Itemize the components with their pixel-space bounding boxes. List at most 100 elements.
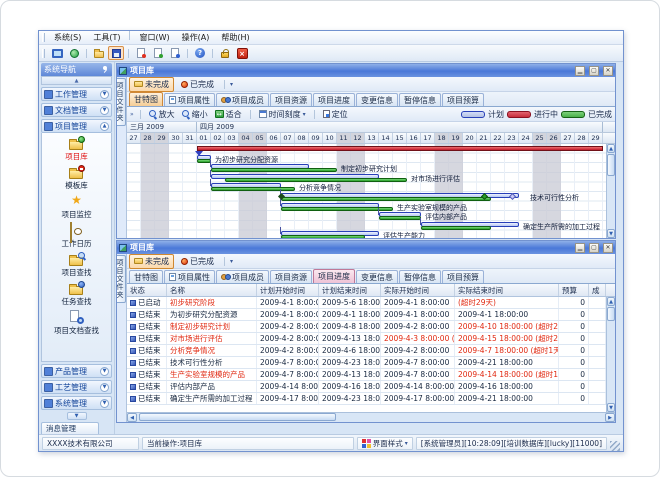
actual-bar[interactable] [211, 168, 337, 172]
ui-style-button[interactable]: 界面样式 ▾ [357, 437, 413, 450]
sidebar-group-2[interactable]: 文档管理▼ [41, 103, 112, 117]
zoom-in-button[interactable]: 放大 [147, 109, 177, 120]
time-scale-button[interactable]: 时间刻度▾ [257, 109, 308, 120]
sidebar-group-3[interactable]: 项目管理▲ [41, 119, 112, 133]
tab-变更信息[interactable]: 变更信息 [356, 270, 398, 283]
actual-bar[interactable] [225, 178, 407, 182]
table-row[interactable]: 已结束技术可行性分析2009-4-7 8:00:002009-4-23 18:0… [127, 357, 606, 369]
sidebar-more-button[interactable]: ▼ [67, 412, 87, 420]
sidebar-item-项目监控[interactable]: ★项目监控 [62, 194, 92, 220]
tab-暂停信息[interactable]: 暂停信息 [399, 270, 441, 283]
tab-项目进度[interactable]: 项目进度 [313, 93, 355, 106]
scroll-right-button[interactable]: ▶ [605, 413, 615, 422]
overflow-chevron-icon[interactable]: ▾ [230, 258, 233, 265]
overflow-chevron-icon[interactable]: ▾ [230, 81, 233, 88]
tab-变更信息[interactable]: 变更信息 [356, 93, 398, 106]
gantt-window-titlebar[interactable]: 项目库 ▁ ▢ ✕ [117, 64, 615, 77]
minimize-button[interactable]: ▁ [575, 66, 585, 76]
sidebar-item-项目库[interactable]: 项目库 [65, 136, 88, 162]
pin-icon[interactable] [102, 66, 109, 73]
sidebar-group-6[interactable]: 系统管理▼ [41, 396, 112, 410]
help-button[interactable] [192, 46, 208, 60]
lock-button[interactable] [217, 46, 233, 60]
tab-项目属性[interactable]: 项目属性 [164, 270, 215, 283]
sidebar-group-4[interactable]: 产品管理▼ [41, 364, 112, 378]
tab-项目进度[interactable]: 项目进度 [313, 269, 355, 283]
scroll-up-button[interactable]: ▲ [607, 297, 615, 306]
gantt-chart[interactable]: 为初步研究分配资源制定初步研究计划对市场进行评估分析竞争情况技术可行性分析生产实… [127, 144, 606, 238]
summary-bar[interactable] [197, 146, 603, 151]
actual-bar[interactable] [421, 226, 491, 230]
gantt-vertical-scrollbar[interactable]: ▲ ▼ [606, 144, 615, 238]
sidebar-group-5[interactable]: 工艺管理▼ [41, 380, 112, 394]
locate-button[interactable]: 定位 [321, 109, 350, 120]
table-horizontal-scrollbar[interactable]: ◀ ▶ [127, 412, 615, 422]
sidebar-item-任务查找[interactable]: 任务查找 [62, 281, 92, 307]
column-header-名称[interactable]: 名称 [167, 284, 257, 296]
sidebar-item-工作日历[interactable]: 工作日历 [62, 223, 92, 249]
tab-项目成员[interactable]: 项目成员 [216, 270, 269, 283]
tab-项目属性[interactable]: 项目属性 [164, 93, 215, 106]
filter-uncompleted-button[interactable]: 未完成 [129, 254, 174, 269]
tab-甘特图[interactable]: 甘特图 [129, 92, 163, 106]
scroll-up-button[interactable]: ▲ [607, 144, 615, 153]
doc-red-button[interactable] [133, 46, 149, 60]
minimize-button[interactable]: ▁ [575, 243, 585, 253]
table-row[interactable]: 已结束对市场进行评估2009-4-2 8:00:002009-4-13 18:0… [127, 333, 606, 345]
scroll-thumb[interactable] [139, 413, 336, 421]
table-row[interactable]: 已结束生产实验室规模的产品2009-4-7 8:00:002009-4-13 1… [127, 369, 606, 381]
actual-bar[interactable] [211, 187, 295, 191]
exit-button[interactable] [234, 46, 250, 60]
project-folder-side-tab[interactable]: 项目文件夹 [117, 255, 126, 303]
menu-3[interactable]: 窗口(W) [133, 31, 175, 44]
column-header-实际开始时间[interactable]: 实际开始时间 [381, 284, 455, 296]
menu-2[interactable]: 工具(T) [87, 31, 126, 44]
actual-bar[interactable] [281, 197, 491, 201]
sidebar-item-项目查找[interactable]: 项目查找 [62, 252, 92, 278]
actual-bar[interactable] [281, 207, 393, 211]
tab-项目成员[interactable]: 项目成员 [216, 93, 269, 106]
doc-red2-button[interactable] [167, 46, 183, 60]
tab-项目预算[interactable]: 项目预算 [442, 93, 484, 106]
table-row[interactable]: 已结束评估内部产品2009-4-14 8:00:002009-4-16 18:0… [127, 381, 606, 393]
column-header-预算[interactable]: 预算 [559, 284, 589, 296]
column-header-实际结束时间[interactable]: 实际结束时间 [455, 284, 559, 296]
menu-grip[interactable] [42, 33, 45, 42]
sidebar-item-模板库[interactable]: 模板库 [65, 165, 88, 191]
menu-4[interactable]: 操作(A) [176, 31, 216, 44]
project-folder-side-tab[interactable]: 项目文件夹 [117, 78, 126, 126]
menu-1[interactable]: 系统(S) [48, 31, 87, 44]
tab-项目资源[interactable]: 项目资源 [270, 270, 312, 283]
column-header-计划开始时间[interactable]: 计划开始时间 [257, 284, 319, 296]
table-row[interactable]: 已结束分析竞争情况2009-4-2 8:00:002009-4-6 18:00:… [127, 345, 606, 357]
scroll-thumb[interactable] [607, 307, 615, 321]
fit-button[interactable]: ↔适合 [213, 109, 244, 120]
maximize-button[interactable]: ▢ [589, 66, 599, 76]
sidebar-item-项目文档查找[interactable]: 项目文档查找 [54, 310, 99, 336]
monitor-button[interactable] [49, 46, 65, 60]
table-row[interactable]: 已结束制定初步研究计划2009-4-2 8:00:002009-4-8 18:0… [127, 321, 606, 333]
tab-暂停信息[interactable]: 暂停信息 [399, 93, 441, 106]
progress-window-titlebar[interactable]: 项目库 ▁ ▢ ✕ [117, 241, 615, 254]
menu-5[interactable]: 帮助(H) [215, 31, 255, 44]
tab-项目预算[interactable]: 项目预算 [442, 270, 484, 283]
globe-button[interactable] [66, 46, 82, 60]
actual-bar[interactable] [281, 235, 365, 238]
table-row[interactable]: 已启动初步研究阶段2009-4-1 8:00:002009-5-6 18:00:… [127, 297, 606, 309]
tab-项目资源[interactable]: 项目资源 [270, 93, 312, 106]
overflow-chevron[interactable]: » [130, 111, 134, 118]
save-button[interactable] [108, 46, 124, 60]
tab-甘特图[interactable]: 甘特图 [129, 270, 163, 283]
table-row[interactable]: 已结束确定生产所需的加工过程2009-4-17 8:00:002009-4-23… [127, 393, 606, 405]
close-button[interactable]: ✕ [603, 243, 613, 253]
table-vertical-scrollbar[interactable]: ▲ ▼ [606, 297, 615, 412]
table-row[interactable]: 已结束为初步研究分配资源2009-4-1 8:00:002009-4-1 18:… [127, 309, 606, 321]
close-button[interactable]: ✕ [603, 66, 613, 76]
folder-button[interactable] [91, 46, 107, 60]
filter-uncompleted-button[interactable]: 未完成 [129, 77, 174, 92]
resize-grip[interactable] [610, 441, 620, 451]
column-header-成[interactable]: 成 [589, 284, 606, 296]
sidebar-collapse-button[interactable]: ▲ [41, 76, 112, 85]
scroll-down-button[interactable]: ▼ [607, 403, 615, 412]
zoom-out-button[interactable]: 缩小 [180, 109, 210, 120]
